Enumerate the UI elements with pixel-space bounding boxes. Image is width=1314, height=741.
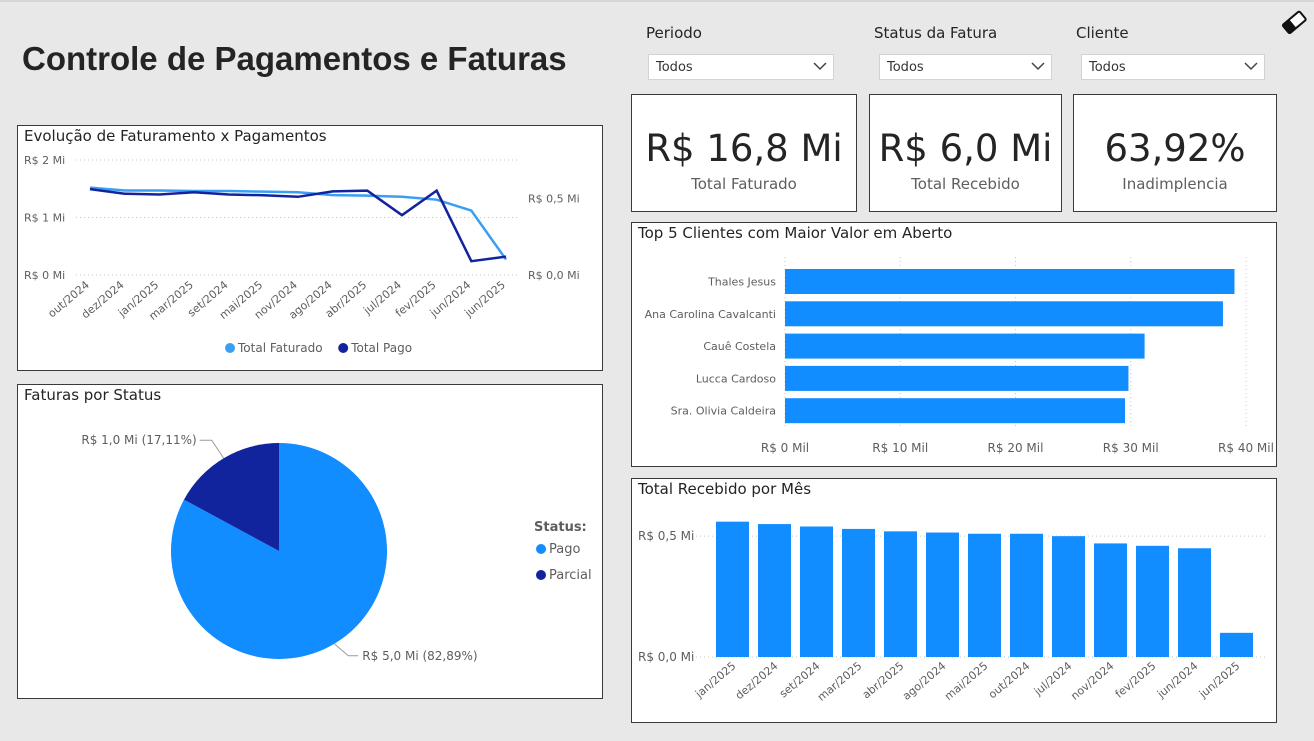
category-label: Sra. Olivia Caldeira <box>671 405 776 418</box>
kpi-card-recebido: R$ 6,0 Mi Total Recebido <box>869 94 1062 212</box>
kpi-label: Inadimplencia <box>1122 175 1228 193</box>
category-label: Lucca Cardoso <box>696 372 776 385</box>
x-tick-label: abr/2025 <box>860 659 907 701</box>
top5-bar-chart: R$ 0 Mil R$ 10 Mil R$ 20 Mil R$ 30 Mil R$ 40… <box>645 257 1274 455</box>
y-right-tick-label: R$ 0,0 Mi <box>528 269 580 282</box>
legend-label: Parcial <box>549 568 592 583</box>
y-left-tick-label: R$ 2 Mi <box>24 154 65 167</box>
slice-label-pago: R$ 5,0 Mi (82,89%) <box>362 649 477 663</box>
bar <box>968 533 1001 657</box>
bar <box>785 333 1145 359</box>
bar <box>1220 632 1253 657</box>
page-title: Controle de Pagamentos e Faturas <box>22 40 567 77</box>
bar <box>800 526 833 657</box>
kpi-value: 63,92% <box>1104 127 1246 170</box>
x-tick-label: jun/2024 <box>1154 659 1200 701</box>
bar <box>785 398 1125 424</box>
status-dropdown[interactable]: Todos <box>879 54 1052 80</box>
legend-marker <box>536 570 546 580</box>
bar <box>758 524 791 657</box>
x-tick-label: jan/2025 <box>692 659 738 701</box>
y-tick-label: R$ 0,0 Mi <box>638 650 694 664</box>
status-pie-chart: R$ 1,0 Mi (17,11%) R$ 5,0 Mi (82,89%) Stat… <box>81 433 592 663</box>
x-tick-label: R$ 10 Mil <box>872 441 928 455</box>
chevron-down-icon <box>813 62 827 71</box>
cliente-value: Todos <box>1089 60 1126 75</box>
x-tick-label: mai/2025 <box>942 659 990 703</box>
legend-marker <box>225 343 235 353</box>
y-right-tick-label: R$ 0,5 Mi <box>528 192 580 205</box>
mensal-bar-chart: R$ 0,0 MiR$ 0,5 Mijan/2025dez/2024set/20… <box>638 521 1268 704</box>
legend-label: Pago <box>549 542 580 557</box>
status-value: Todos <box>887 60 924 75</box>
x-tick-label: R$ 30 Mil <box>1103 441 1159 455</box>
x-tick-label: R$ 40 Mil <box>1218 441 1274 455</box>
x-tick-label: ago/2024 <box>900 659 948 702</box>
bar <box>785 365 1129 391</box>
series-line-1 <box>89 187 507 263</box>
periodo-value: Todos <box>656 60 693 75</box>
series-line-0 <box>89 186 508 261</box>
x-tick-label: dez/2024 <box>733 659 781 702</box>
filter-label-periodo: Periodo <box>646 24 702 42</box>
cliente-dropdown[interactable]: Todos <box>1081 54 1265 80</box>
kpi-value: R$ 16,8 Mi <box>645 127 843 170</box>
slice-label-parcial: R$ 1,0 Mi (17,11%) <box>81 433 196 447</box>
legend-marker <box>338 343 349 353</box>
kpi-card-inadimplencia: 63,92% Inadimplencia <box>1073 94 1277 212</box>
x-tick-label: jun/2025 <box>1196 659 1242 701</box>
bar <box>1052 536 1085 657</box>
kpi-label: Total Recebido <box>911 175 1020 193</box>
chevron-down-icon <box>1244 62 1258 71</box>
evolucao-chart-panel: Evolução de Faturamento x Pagamentos R$ … <box>17 125 603 371</box>
bar <box>884 531 917 657</box>
leader-line <box>199 439 225 459</box>
chevron-down-icon <box>1031 62 1045 71</box>
x-tick-label: fev/2025 <box>1113 659 1159 700</box>
top-border <box>0 0 1314 2</box>
x-tick-label: R$ 20 Mil <box>988 441 1044 455</box>
bar <box>785 301 1223 327</box>
y-tick-label: R$ 0,5 Mi <box>638 529 694 543</box>
category-label: Thales Jesus <box>707 276 776 289</box>
top5-chart-panel: Top 5 Clientes com Maior Valor em Aberto… <box>631 222 1277 467</box>
kpi-label: Total Faturado <box>691 175 797 193</box>
bar <box>1010 533 1043 657</box>
periodo-dropdown[interactable]: Todos <box>648 54 834 80</box>
y-left-tick-label: R$ 0 Mi <box>24 269 65 282</box>
legend-label: Total Pago <box>350 341 412 355</box>
bar <box>1136 545 1169 657</box>
eraser-icon[interactable] <box>1280 8 1308 36</box>
x-tick-label: R$ 0 Mil <box>761 441 809 455</box>
x-tick-label: nov/2024 <box>1068 659 1116 702</box>
leader-line <box>333 643 359 657</box>
y-left-tick-label: R$ 1 Mi <box>24 212 65 225</box>
status-chart-panel: Faturas por Status R$ 1,0 Mi (17,11%) R$ … <box>17 384 603 699</box>
kpi-value: R$ 6,0 Mi <box>878 127 1053 170</box>
legend-marker <box>536 544 546 554</box>
x-tick-label: mar/2025 <box>815 659 864 703</box>
bar <box>1178 548 1211 657</box>
mensal-chart-panel: Total Recebido por Mês R$ 0,0 Mi R$ 0,5 M… <box>631 478 1277 723</box>
bar <box>926 532 959 657</box>
bar <box>716 521 749 657</box>
legend-title: Status: <box>534 520 587 535</box>
evolucao-line-chart: R$ 0 MiR$ 1 MiR$ 2 MiR$ 0,0 MiR$ 0,5 Mio… <box>24 154 580 355</box>
category-label: Cauê Costela <box>703 340 776 353</box>
bar <box>785 269 1235 294</box>
filter-label-status: Status da Fatura <box>874 24 998 42</box>
bar <box>1094 543 1127 657</box>
filter-label-cliente: Cliente <box>1076 24 1129 42</box>
x-tick-label: out/2024 <box>986 659 1032 701</box>
legend-label: Total Faturado <box>237 341 323 355</box>
category-label: Ana Carolina Cavalcanti <box>645 308 776 321</box>
bar <box>842 528 875 657</box>
kpi-card-faturado: R$ 16,8 Mi Total Faturado <box>631 94 857 212</box>
